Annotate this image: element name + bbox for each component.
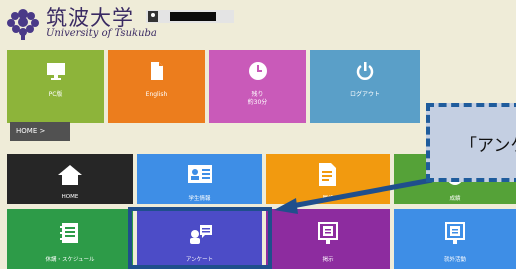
english-label: English bbox=[145, 91, 168, 98]
home-icon bbox=[58, 165, 82, 185]
session-timer: 残り 約30分 bbox=[209, 50, 306, 123]
session-timer-label: 残り 約30分 bbox=[209, 91, 306, 107]
menu-student-info-label: 学生情報 bbox=[188, 196, 211, 202]
id-card-icon bbox=[187, 165, 212, 183]
menu-registration-label: 履修 bbox=[322, 196, 334, 202]
menu-cancellation-schedule-label: 休講・スケジュール bbox=[45, 257, 95, 263]
menu-cancellation-schedule-button[interactable]: 休講・スケジュール bbox=[7, 209, 133, 269]
menu-extracurricular-label: 就外活動 bbox=[443, 257, 466, 263]
menu-grades-label: 成績 bbox=[449, 196, 461, 202]
user-icon bbox=[148, 11, 158, 22]
menu-extracurricular-button[interactable]: 就外活動 bbox=[394, 209, 516, 269]
notebook-icon bbox=[60, 223, 78, 243]
pc-version-button[interactable]: PC版 bbox=[7, 50, 104, 123]
monitor-icon bbox=[46, 63, 65, 80]
logout-label: ログアウト bbox=[349, 91, 380, 98]
menu-bulletin-board-label: 掲示 bbox=[322, 257, 334, 263]
logo-text-english[interactable]: University of Tsukuba bbox=[46, 28, 157, 39]
board-icon bbox=[445, 222, 465, 244]
callout-text: 「アンケ bbox=[460, 136, 516, 156]
university-logo-icon[interactable] bbox=[4, 6, 42, 40]
document-icon bbox=[150, 62, 163, 80]
header: 筑波大学 University of Tsukuba bbox=[0, 0, 516, 50]
pc-version-label: PC版 bbox=[48, 91, 63, 98]
user-info bbox=[146, 10, 234, 23]
board-icon bbox=[318, 222, 338, 244]
power-icon bbox=[356, 62, 374, 80]
survey-highlight-frame bbox=[128, 207, 272, 269]
english-button[interactable]: English bbox=[108, 50, 205, 123]
menu-home-label: HOME bbox=[61, 194, 79, 200]
breadcrumb[interactable]: HOME > bbox=[10, 122, 70, 141]
document-pen-icon bbox=[319, 163, 336, 186]
menu-home-button[interactable]: HOME bbox=[7, 154, 133, 204]
logout-button[interactable]: ログアウト bbox=[310, 50, 420, 123]
instruction-callout: 「アンケ bbox=[426, 103, 516, 182]
menu-bulletin-board-button[interactable]: 掲示 bbox=[266, 209, 390, 269]
timer-label-line2: 約30分 bbox=[247, 99, 268, 106]
clock-icon bbox=[248, 62, 267, 80]
menu-registration-button[interactable]: 履修 bbox=[266, 154, 390, 204]
menu-student-info-button[interactable]: 学生情報 bbox=[137, 154, 262, 204]
user-name-redacted bbox=[170, 12, 216, 21]
timer-label-line1: 残り bbox=[251, 91, 264, 98]
